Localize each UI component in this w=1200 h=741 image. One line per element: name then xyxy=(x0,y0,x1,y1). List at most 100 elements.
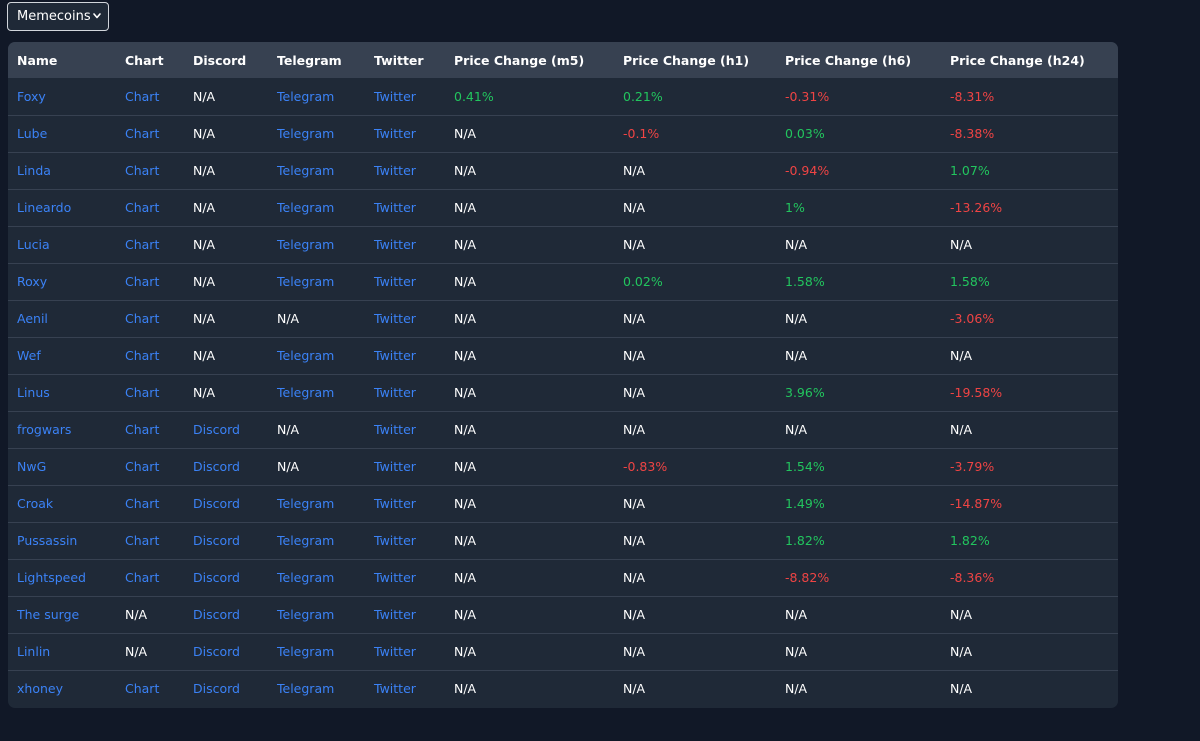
telegram-link[interactable]: Telegram xyxy=(268,114,365,152)
price-change-h6: N/A xyxy=(776,595,941,633)
chart-na: N/A xyxy=(116,595,184,633)
telegram-link[interactable]: Telegram xyxy=(268,521,365,559)
telegram-link[interactable]: Telegram xyxy=(268,373,365,411)
coin-name-link[interactable]: NwG xyxy=(8,447,116,485)
price-change-m5: N/A xyxy=(445,262,614,300)
column-header-price-change-h1: Price Change (h1) xyxy=(623,52,750,68)
coin-name-link[interactable]: Wef xyxy=(8,336,116,374)
twitter-link[interactable]: Twitter xyxy=(365,558,445,596)
twitter-link[interactable]: Twitter xyxy=(365,410,445,448)
twitter-link[interactable]: Twitter xyxy=(365,632,445,670)
coin-name-link[interactable]: frogwars xyxy=(8,410,116,448)
twitter-link[interactable]: Twitter xyxy=(365,373,445,411)
coin-name-link[interactable]: Linus xyxy=(8,373,116,411)
coin-name-link[interactable]: Aenil xyxy=(8,299,116,337)
price-change-h6: 0.03% xyxy=(776,114,941,152)
discord-link[interactable]: Discord xyxy=(184,521,268,559)
chart-link[interactable]: Chart xyxy=(116,188,184,226)
twitter-link[interactable]: Twitter xyxy=(365,669,445,707)
chart-link[interactable]: Chart xyxy=(116,521,184,559)
discord-link[interactable]: Discord xyxy=(184,558,268,596)
twitter-link[interactable]: Twitter xyxy=(365,447,445,485)
coin-name-link[interactable]: Lube xyxy=(8,114,116,152)
price-change-m5: N/A xyxy=(445,373,614,411)
price-change-h6: 1.54% xyxy=(776,447,941,485)
price-change-h24: -8.38% xyxy=(941,114,1118,152)
telegram-link[interactable]: Telegram xyxy=(268,151,365,189)
chart-link[interactable]: Chart xyxy=(116,299,184,337)
price-change-m5: N/A xyxy=(445,225,614,263)
chart-link[interactable]: Chart xyxy=(116,447,184,485)
twitter-link[interactable]: Twitter xyxy=(365,595,445,633)
coin-name-link[interactable]: Lineardo xyxy=(8,188,116,226)
telegram-link[interactable]: Telegram xyxy=(268,595,365,633)
telegram-link[interactable]: Telegram xyxy=(268,225,365,263)
chart-link[interactable]: Chart xyxy=(116,410,184,448)
price-change-m5: N/A xyxy=(445,299,614,337)
price-change-h24: -3.79% xyxy=(941,447,1118,485)
twitter-link[interactable]: Twitter xyxy=(365,151,445,189)
coin-name-link[interactable]: Linda xyxy=(8,151,116,189)
coin-name-link[interactable]: Pussassin xyxy=(8,521,116,559)
chart-link[interactable]: Chart xyxy=(116,262,184,300)
coin-name-link[interactable]: Lucia xyxy=(8,225,116,263)
telegram-link[interactable]: Telegram xyxy=(268,669,365,707)
price-change-h1: N/A xyxy=(614,336,776,374)
discord-na: N/A xyxy=(184,373,268,411)
telegram-link[interactable]: Telegram xyxy=(268,188,365,226)
price-change-h1: N/A xyxy=(614,151,776,189)
telegram-link[interactable]: Telegram xyxy=(268,336,365,374)
chart-link[interactable]: Chart xyxy=(116,78,184,115)
price-change-h1: N/A xyxy=(614,521,776,559)
coin-name-link[interactable]: The surge xyxy=(8,595,116,633)
twitter-link[interactable]: Twitter xyxy=(365,299,445,337)
category-select[interactable]: Memecoins xyxy=(7,2,109,31)
chart-link[interactable]: Chart xyxy=(116,373,184,411)
chart-link[interactable]: Chart xyxy=(116,669,184,707)
coin-name-link[interactable]: Foxy xyxy=(8,78,116,115)
twitter-link[interactable]: Twitter xyxy=(365,188,445,226)
twitter-link[interactable]: Twitter xyxy=(365,336,445,374)
discord-link[interactable]: Discord xyxy=(184,410,268,448)
telegram-link[interactable]: Telegram xyxy=(268,632,365,670)
chart-link[interactable]: Chart xyxy=(116,114,184,152)
price-change-h1: N/A xyxy=(614,188,776,226)
table-row: Lube Chart N/A Telegram Twitter N/A -0.1% 0.03%… xyxy=(8,114,1118,152)
coin-name-link[interactable]: Lightspeed xyxy=(8,558,116,596)
chart-link[interactable]: Chart xyxy=(116,151,184,189)
telegram-link[interactable]: Telegram xyxy=(268,262,365,300)
price-change-h6: N/A xyxy=(776,225,941,263)
coin-name-link[interactable]: Roxy xyxy=(8,262,116,300)
twitter-link[interactable]: Twitter xyxy=(365,114,445,152)
discord-na: N/A xyxy=(184,151,268,189)
discord-link[interactable]: Discord xyxy=(184,447,268,485)
chart-link[interactable]: Chart xyxy=(116,484,184,522)
discord-link[interactable]: Discord xyxy=(184,484,268,522)
telegram-link[interactable]: Telegram xyxy=(268,558,365,596)
price-change-h1: N/A xyxy=(614,410,776,448)
price-change-m5: N/A xyxy=(445,188,614,226)
coin-name-link[interactable]: Croak xyxy=(8,484,116,522)
chart-link[interactable]: Chart xyxy=(116,336,184,374)
chart-link[interactable]: Chart xyxy=(116,225,184,263)
chevron-down-icon xyxy=(93,13,101,19)
twitter-link[interactable]: Twitter xyxy=(365,262,445,300)
coin-name-link[interactable]: xhoney xyxy=(8,669,116,707)
twitter-link[interactable]: Twitter xyxy=(365,484,445,522)
price-change-h1: N/A xyxy=(614,595,776,633)
twitter-link[interactable]: Twitter xyxy=(365,78,445,115)
table-row: Foxy Chart N/A Telegram Twitter 0.41% 0.21% -0.… xyxy=(8,78,1118,115)
telegram-link[interactable]: Telegram xyxy=(268,78,365,115)
price-change-h24: N/A xyxy=(941,336,1118,374)
price-change-h24: N/A xyxy=(941,669,1118,707)
discord-link[interactable]: Discord xyxy=(184,632,268,670)
coin-name-link[interactable]: Linlin xyxy=(8,632,116,670)
twitter-link[interactable]: Twitter xyxy=(365,521,445,559)
telegram-link[interactable]: Telegram xyxy=(268,484,365,522)
twitter-link[interactable]: Twitter xyxy=(365,225,445,263)
column-header-price-change-m5: Price Change (m5) xyxy=(454,52,585,68)
price-change-h24: -8.36% xyxy=(941,558,1118,596)
discord-link[interactable]: Discord xyxy=(184,669,268,707)
discord-link[interactable]: Discord xyxy=(184,595,268,633)
chart-link[interactable]: Chart xyxy=(116,558,184,596)
